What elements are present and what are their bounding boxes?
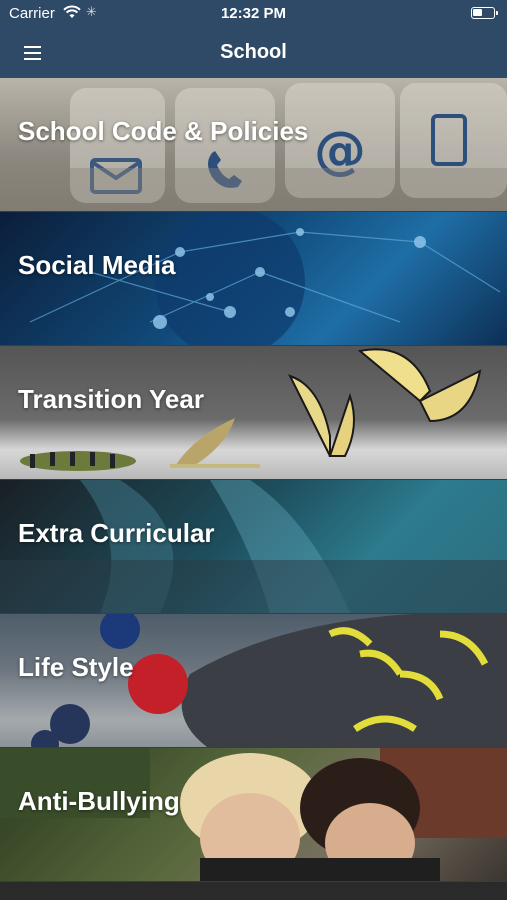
list-item-school-code-policies[interactable]: @ School Code & Policies	[0, 78, 507, 212]
list-overflow-edge	[0, 888, 507, 900]
list-item-social-media[interactable]: Social Media	[0, 212, 507, 346]
list-item-extra-curricular[interactable]: Extra Curricular	[0, 480, 507, 614]
status-bar: Carrier ✳ 12:32 PM	[0, 0, 507, 28]
battery-icon	[471, 7, 498, 19]
list-item-transition-year[interactable]: Transition Year	[0, 346, 507, 480]
item-label: Anti-Bullying	[18, 786, 180, 816]
list-item-anti-bullying[interactable]: Anti-Bullying	[0, 748, 507, 882]
page-title: School	[220, 41, 287, 63]
item-label: Life Style	[18, 652, 134, 682]
item-label: Social Media	[18, 250, 176, 280]
item-label: Transition Year	[18, 384, 204, 414]
navigation-bar: School	[0, 28, 507, 78]
item-label: School Code & Policies	[18, 116, 309, 146]
list-item-life-style[interactable]: Life Style	[0, 614, 507, 748]
item-label: Extra Curricular	[18, 518, 215, 548]
category-list: @ School Code & Policies Social Media Tr…	[0, 78, 507, 882]
clock-time: 12:32 PM	[220, 5, 287, 22]
